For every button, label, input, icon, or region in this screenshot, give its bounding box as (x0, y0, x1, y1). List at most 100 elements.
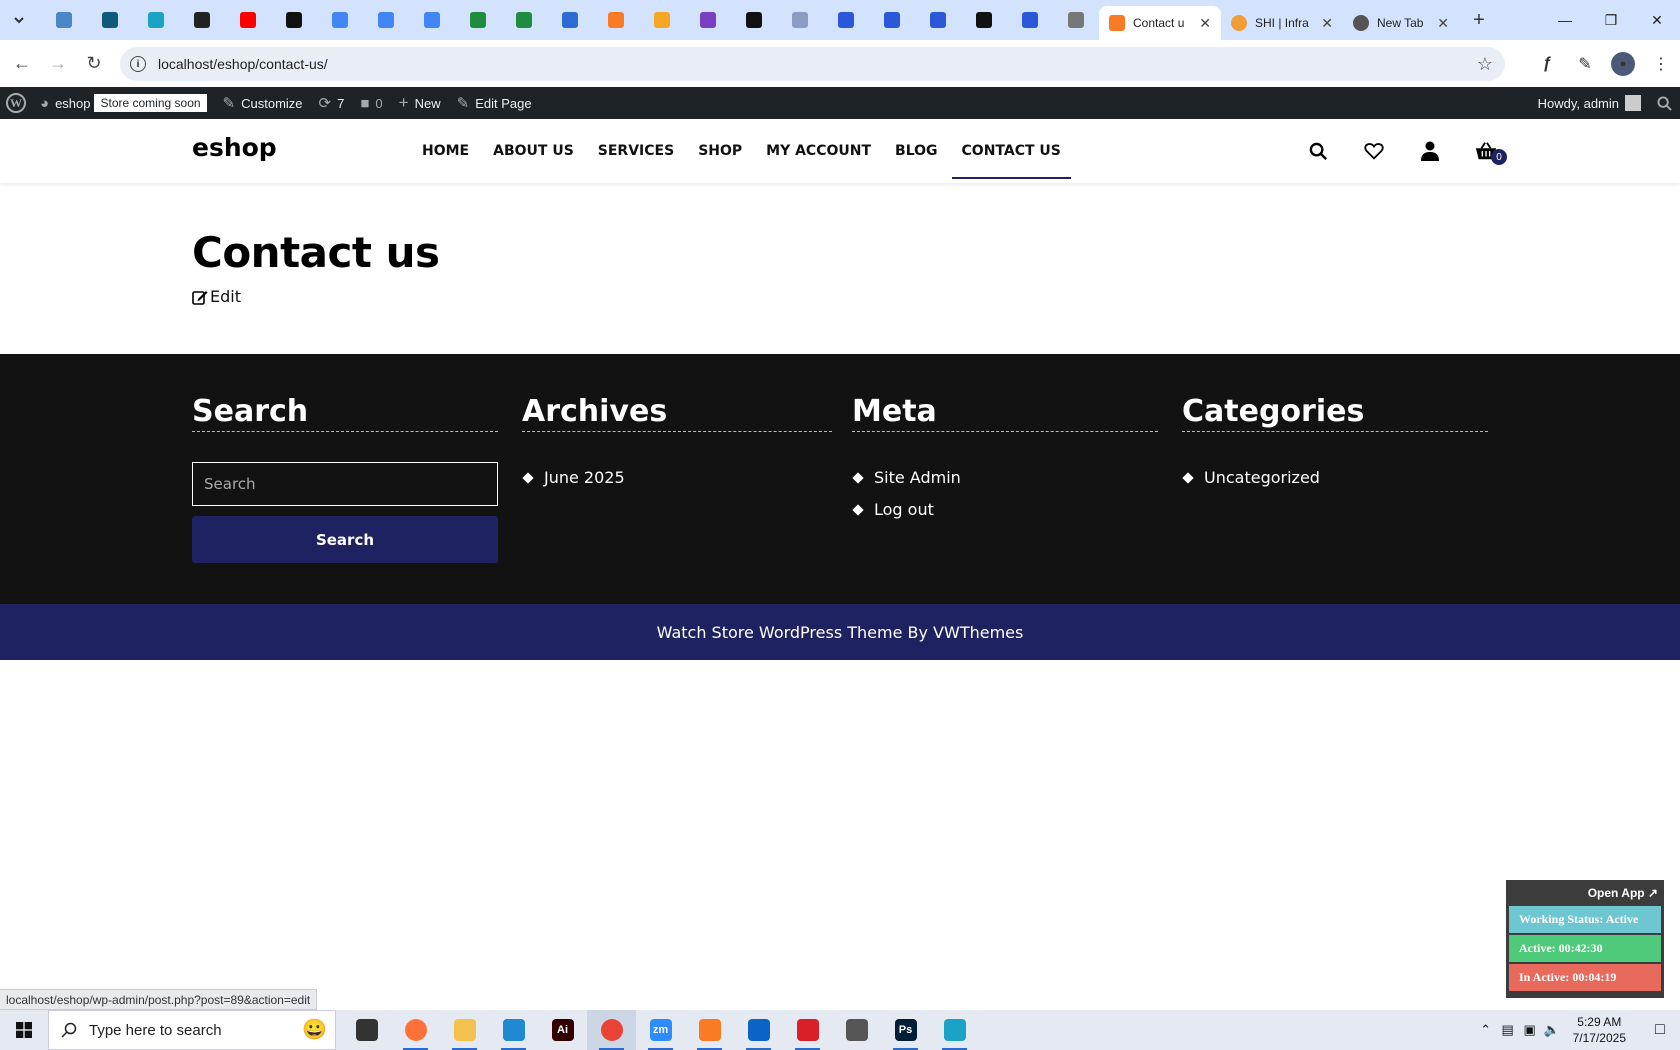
customize-link[interactable]: ✎ Customize (215, 87, 311, 119)
browser-tab[interactable]: SHI | Infra ✕ (1221, 6, 1343, 40)
chrome-icon (600, 1019, 623, 1041)
reload-button[interactable]: ↻ (76, 46, 112, 82)
pinned-tab[interactable] (501, 0, 547, 40)
taskbar-app-outlook[interactable] (734, 1010, 783, 1050)
comments-link[interactable]: ■ 0 (352, 87, 390, 119)
close-tab-icon[interactable]: ✕ (1315, 15, 1333, 32)
restore-button[interactable]: ❐ (1588, 0, 1634, 40)
pinned-tab[interactable] (731, 0, 777, 40)
close-window-button[interactable]: ✕ (1634, 0, 1680, 40)
cart-button[interactable]: 0 (1458, 141, 1514, 165)
edit-page-link[interactable]: ✎ Edit Page (449, 87, 540, 119)
taskbar-search-box[interactable]: Type here to search 😀 (48, 1010, 336, 1050)
footer-list-item[interactable]: Log out (852, 500, 1158, 519)
bookmark-star-icon[interactable]: ☆ (1477, 54, 1493, 75)
site-logo[interactable]: eshop (192, 133, 277, 162)
close-tab-icon[interactable]: ✕ (1431, 15, 1449, 32)
nav-item-contact-us[interactable]: CONTACT US (950, 123, 1073, 179)
pinned-tab[interactable] (133, 0, 179, 40)
nav-item-my-account[interactable]: MY ACCOUNT (754, 123, 883, 179)
pinned-tab[interactable] (455, 0, 501, 40)
pinned-tab[interactable] (823, 0, 869, 40)
footer-list-item[interactable]: Uncategorized (1182, 468, 1488, 487)
pinned-tab[interactable] (685, 0, 731, 40)
footer-widgets: Search Search Search Archives June 2025 … (0, 354, 1680, 604)
network-icon[interactable]: ▣ (1519, 1022, 1541, 1038)
address-bar[interactable]: i localhost/eshop/contact-us/ ☆ (120, 47, 1505, 81)
taskbar-app-xampp[interactable] (685, 1010, 734, 1050)
nav-item-services[interactable]: SERVICES (586, 123, 686, 179)
pinned-tab[interactable] (869, 0, 915, 40)
nav-item-blog[interactable]: BLOG (883, 123, 950, 179)
active-time-row: Active: 00:42:30 (1509, 935, 1661, 962)
taskbar-app-gem-app[interactable] (930, 1010, 979, 1050)
pinned-tab[interactable] (363, 0, 409, 40)
pinned-tab[interactable] (225, 0, 271, 40)
taskbar-app-photoshop[interactable]: Ps (881, 1010, 930, 1050)
taskbar-app-file-explorer[interactable] (440, 1010, 489, 1050)
copyright-text[interactable]: Watch Store WordPress Theme By VWThemes (657, 623, 1024, 642)
wordpress-logo-icon[interactable]: W (6, 93, 26, 113)
browser-tab[interactable]: Contact u ✕ (1099, 6, 1221, 40)
extension-f-icon[interactable]: ƒ (1528, 55, 1566, 73)
show-hidden-icons-chevron-icon[interactable]: ⌃ (1475, 1022, 1497, 1038)
pinned-tab[interactable] (41, 0, 87, 40)
back-button[interactable]: ← (4, 46, 40, 82)
security-tray-icon[interactable]: ▤ (1497, 1022, 1519, 1038)
my-account-link[interactable]: Howdy, admin (1530, 87, 1649, 119)
header-search-button[interactable] (1290, 142, 1346, 161)
footer-list-link: Log out (874, 500, 934, 519)
volume-icon[interactable]: 🔈 (1541, 1022, 1563, 1038)
start-button[interactable] (0, 1010, 48, 1050)
footer-search-button[interactable]: Search (192, 516, 498, 563)
taskbar-app-pen-tool[interactable] (832, 1010, 881, 1050)
pinned-tab[interactable] (317, 0, 363, 40)
admin-search-button[interactable] (1649, 87, 1680, 119)
new-content-link[interactable]: + New (391, 87, 449, 119)
pinned-tab[interactable] (409, 0, 455, 40)
edit-post-link[interactable]: Edit (192, 287, 440, 306)
extensions-puzzle-icon[interactable]: ✎ (1566, 54, 1604, 74)
taskbar-app-chrome[interactable] (587, 1010, 636, 1050)
footer-list-item[interactable]: June 2025 (522, 468, 832, 487)
menu-kebab-icon[interactable]: ⋮ (1642, 54, 1680, 74)
wishlist-button[interactable] (1346, 142, 1402, 160)
nav-item-shop[interactable]: SHOP (686, 123, 754, 179)
taskbar-app-creative-cloud[interactable] (783, 1010, 832, 1050)
pinned-tab[interactable] (87, 0, 133, 40)
admin-site-link[interactable]: ◕ eshop Store coming soon (32, 87, 215, 119)
taskbar-app-task-view[interactable] (342, 1010, 391, 1050)
pinned-tab[interactable] (179, 0, 225, 40)
footer-list-item[interactable]: Site Admin (852, 468, 1158, 487)
open-app-link[interactable]: Open App ↗ (1509, 884, 1661, 906)
minimize-button[interactable]: — (1542, 0, 1588, 40)
new-tab-button[interactable]: + (1465, 6, 1493, 34)
pinned-tab[interactable] (1007, 0, 1053, 40)
taskbar-app-vscode[interactable] (489, 1010, 538, 1050)
pinned-tab[interactable] (1053, 0, 1099, 40)
pinned-tab[interactable] (593, 0, 639, 40)
site-info-icon[interactable]: i (130, 56, 146, 72)
profile-avatar[interactable]: ● (1611, 51, 1635, 76)
taskbar-app-illustrator[interactable]: Ai (538, 1010, 587, 1050)
taskbar-app-zoom[interactable]: zm (636, 1010, 685, 1050)
pinned-tab[interactable] (639, 0, 685, 40)
close-tab-icon[interactable]: ✕ (1193, 15, 1211, 32)
pinned-tab[interactable] (547, 0, 593, 40)
forward-button[interactable]: → (40, 46, 76, 82)
pinned-tab[interactable] (271, 0, 317, 40)
nav-item-about-us[interactable]: ABOUT US (481, 123, 586, 179)
taskbar-app-firefox[interactable] (391, 1010, 440, 1050)
forms-icon (838, 12, 854, 28)
updates-link[interactable]: ⟳ 7 (311, 87, 353, 119)
pinned-tab[interactable] (961, 0, 1007, 40)
account-button[interactable] (1402, 141, 1458, 161)
nav-item-home[interactable]: HOME (410, 123, 481, 179)
footer-search-input[interactable]: Search (192, 462, 498, 506)
pinned-tab[interactable] (777, 0, 823, 40)
browser-tab[interactable]: New Tab ✕ (1343, 6, 1459, 40)
clock[interactable]: 5:29 AM 7/17/2025 (1573, 1014, 1626, 1046)
tab-search-button[interactable] (5, 6, 33, 34)
pinned-tab[interactable] (915, 0, 961, 40)
notifications-button[interactable]: □ (1640, 1010, 1680, 1050)
